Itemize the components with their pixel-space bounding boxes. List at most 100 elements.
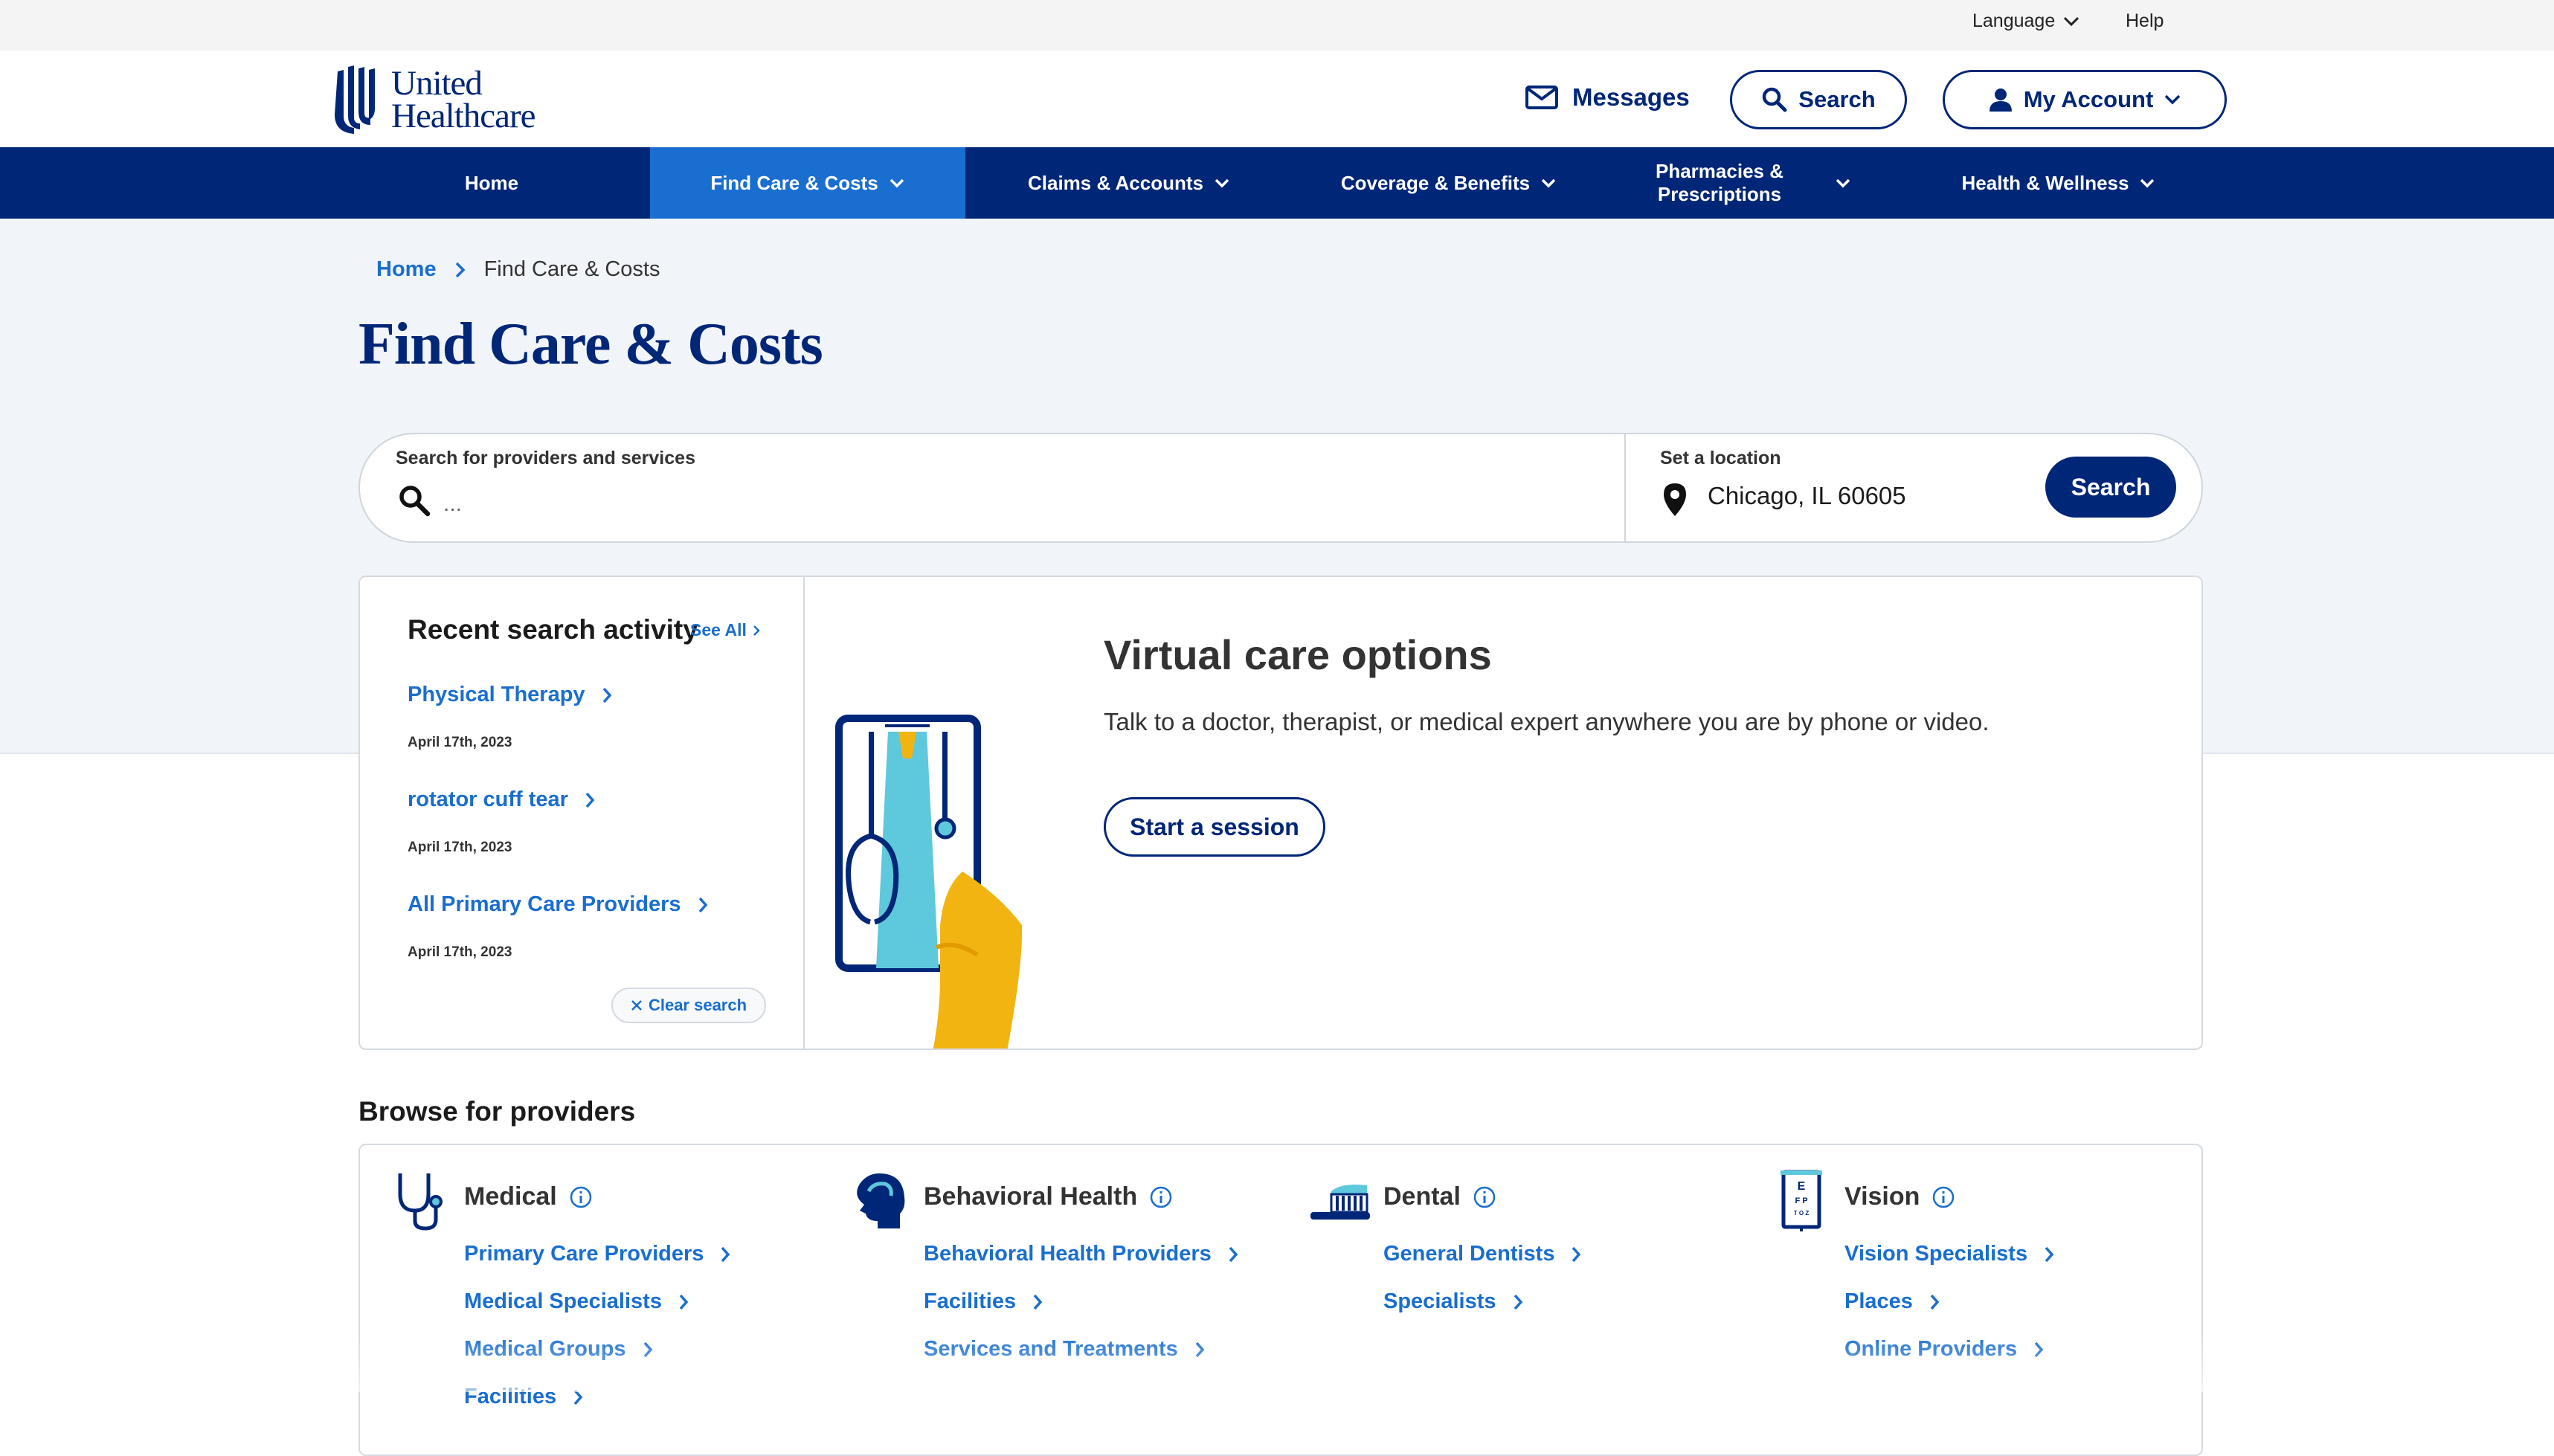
chevron-down-icon <box>2064 16 2079 26</box>
category-link[interactable]: Medical Specialists <box>464 1289 689 1314</box>
header-search-button[interactable]: Search <box>1730 70 1907 129</box>
nav-home[interactable]: Home <box>333 147 650 219</box>
help-link[interactable]: Help <box>2126 10 2164 32</box>
start-session-button[interactable]: Start a session <box>1104 797 1325 857</box>
virtual-care-description: Talk to a doctor, therapist, or medical … <box>1104 708 1990 735</box>
location-value[interactable]: Chicago, IL 60605 <box>1708 482 1906 510</box>
category-link[interactable]: Medical Groups <box>464 1337 653 1362</box>
category-heading: Dental <box>1383 1182 1496 1211</box>
chevron-down-icon <box>2165 94 2181 105</box>
chevron-down-icon <box>1836 178 1850 188</box>
user-icon <box>1989 88 2012 112</box>
svg-text:E: E <box>1798 1180 1806 1193</box>
category-link-label: Vision Specialists <box>1844 1242 2028 1266</box>
info-icon[interactable] <box>1473 1185 1496 1209</box>
chevron-right-icon <box>1572 1246 1581 1262</box>
utility-bar: Language Help <box>0 0 2554 51</box>
category-link[interactable]: Primary Care Providers <box>464 1242 730 1266</box>
nav-health-wellness[interactable]: Health & Wellness <box>1895 147 2222 219</box>
category-link-label: Specialists <box>1383 1289 1496 1313</box>
messages-link[interactable]: Messages <box>1525 83 1690 112</box>
nav-claims-label: Claims & Accounts <box>1028 171 1203 194</box>
category-medical: Medical Primary Care Providers Medical S… <box>390 1145 836 1443</box>
browse-title: Browse for providers <box>358 1096 636 1127</box>
category-link[interactable]: General Dentists <box>1383 1242 1581 1266</box>
chevron-right-icon <box>1195 1341 1205 1357</box>
category-heading: Vision <box>1844 1182 1955 1211</box>
svg-text:T O Z: T O Z <box>1794 1210 1810 1217</box>
chevron-right-icon <box>643 1341 652 1357</box>
nav-pharmacies-label: Pharmacies & Prescriptions <box>1656 160 1783 205</box>
uhc-logo-icon <box>335 65 375 134</box>
search-divider <box>1624 434 1626 541</box>
category-link[interactable]: Facilities <box>464 1385 583 1409</box>
my-account-button[interactable]: My Account <box>1943 70 2227 129</box>
chevron-right-icon <box>455 262 466 277</box>
language-label: Language <box>1972 10 2056 31</box>
search-field-label: Search for providers and services <box>396 448 695 468</box>
category-dental: Dental General Dentists Specialists <box>1309 1145 1755 1443</box>
svg-text:F P: F P <box>1795 1196 1807 1205</box>
category-title: Behavioral Health <box>924 1182 1138 1211</box>
recent-item-link[interactable]: Physical Therapy <box>408 683 612 707</box>
category-link[interactable]: Specialists <box>1383 1289 1523 1314</box>
chevron-down-icon <box>2140 178 2155 188</box>
envelope-icon <box>1525 86 1558 109</box>
chevron-down-icon <box>890 178 904 188</box>
stethoscope-icon <box>398 1173 443 1231</box>
info-icon[interactable] <box>1149 1185 1173 1209</box>
chevron-right-icon <box>1033 1294 1043 1310</box>
nav-claims[interactable]: Claims & Accounts <box>965 147 1293 219</box>
chevron-right-icon <box>1514 1294 1522 1310</box>
category-link-label: Medical Groups <box>464 1337 626 1361</box>
category-title: Vision <box>1844 1182 1920 1211</box>
recent-item-link[interactable]: All Primary Care Providers <box>408 892 708 917</box>
clear-search-button[interactable]: Clear search <box>611 988 766 1023</box>
category-heading: Medical <box>464 1182 593 1211</box>
logo[interactable]: United Healthcare <box>333 64 536 135</box>
chevron-right-icon <box>602 687 611 703</box>
category-vision: E F P T O Z Vision Vision Specialists Pl… <box>1770 1145 2216 1443</box>
messages-label: Messages <box>1572 83 1690 111</box>
category-link[interactable]: Behavioral Health Providers <box>924 1242 1238 1266</box>
info-icon[interactable] <box>1931 1185 1955 1209</box>
close-icon <box>631 1000 642 1011</box>
search-icon <box>399 486 431 517</box>
info-icon[interactable] <box>569 1185 593 1209</box>
chevron-right-icon <box>753 625 760 636</box>
header-search-label: Search <box>1798 86 1876 112</box>
nav-coverage[interactable]: Coverage & Benefits <box>1293 147 1605 219</box>
category-link-label: Medical Specialists <box>464 1289 662 1313</box>
recent-search-panel: Recent search activity See All Physical … <box>360 577 805 1048</box>
category-link[interactable]: Places <box>1844 1289 1940 1314</box>
recent-item-date: April 17th, 2023 <box>408 735 512 750</box>
category-link-label: Facilities <box>464 1385 557 1408</box>
category-link-label: Primary Care Providers <box>464 1242 704 1266</box>
category-link[interactable]: Vision Specialists <box>1844 1242 2054 1266</box>
search-icon <box>1763 87 1787 112</box>
logo-line1: United <box>391 64 483 103</box>
chevron-right-icon <box>721 1246 730 1262</box>
page-title: Find Care & Costs <box>358 312 823 377</box>
see-all-link[interactable]: See All <box>690 620 760 640</box>
search-submit-button[interactable]: Search <box>2045 457 2176 518</box>
provider-search-input[interactable] <box>442 485 1560 524</box>
nav-home-label: Home <box>464 171 519 194</box>
recent-item-link[interactable]: rotator cuff tear <box>408 787 595 812</box>
browse-providers-card: Medical Primary Care Providers Medical S… <box>358 1144 2203 1456</box>
language-menu[interactable]: Language <box>1972 10 2080 32</box>
category-link[interactable]: Services and Treatments <box>924 1337 1205 1362</box>
nav-coverage-label: Coverage & Benefits <box>1340 171 1531 194</box>
category-link[interactable]: Online Providers <box>1844 1337 2044 1362</box>
category-link[interactable]: Facilities <box>924 1289 1043 1314</box>
recent-item-date: April 17th, 2023 <box>408 840 512 855</box>
provider-search-bar: Search for providers and services Set a … <box>358 433 2203 543</box>
nav-find-care[interactable]: Find Care & Costs <box>650 147 965 219</box>
help-label: Help <box>2126 10 2164 31</box>
nav-pharmacies[interactable]: Pharmacies & Prescriptions <box>1605 147 1895 219</box>
breadcrumb-home[interactable]: Home <box>376 257 437 282</box>
main-nav: Home Find Care & Costs Claims & Accounts… <box>0 147 2554 219</box>
recent-item-label: All Primary Care Providers <box>408 892 681 916</box>
clear-search-label: Clear search <box>648 996 747 1014</box>
virtual-care-title: Virtual care options <box>1104 631 1492 678</box>
